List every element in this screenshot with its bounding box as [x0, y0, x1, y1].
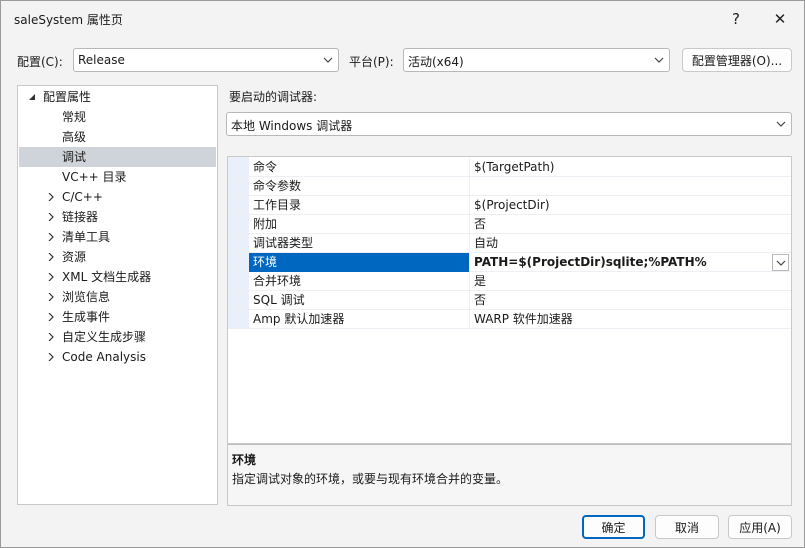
property-row[interactable]: 合并环境是	[228, 272, 791, 291]
property-grid: 命令 $(TargetPath) 命令参数 工作目录 $(ProjectDir) 附加否调…	[227, 156, 792, 444]
tree-item[interactable]: Code Analysis	[19, 347, 216, 367]
collapsed-arrow-icon[interactable]	[47, 193, 55, 201]
property-name: SQL 调试	[249, 291, 470, 310]
property-value[interactable]: 否	[470, 291, 791, 310]
tree-root-label: 配置属性	[43, 90, 92, 104]
property-name: Amp 默认加速器	[249, 310, 470, 329]
chevron-down-icon	[323, 57, 333, 63]
tree-item[interactable]: 链接器	[19, 207, 216, 227]
description-title: 环境	[232, 453, 257, 467]
property-row[interactable]: 工作目录 $(ProjectDir)	[228, 196, 791, 215]
tree-item-label: Code Analysis	[62, 350, 146, 364]
tree-item-label: 资源	[62, 250, 87, 264]
property-value[interactable]	[470, 177, 791, 196]
tree-item[interactable]: 浏览信息	[19, 287, 216, 307]
tree-item-label: 自定义生成步骤	[62, 330, 147, 344]
property-value[interactable]: 自动	[470, 234, 791, 253]
chevron-down-icon	[654, 57, 664, 63]
tree-item-label: 高级	[62, 130, 87, 144]
platform-label: 平台(P):	[349, 55, 394, 69]
property-name: 工作目录	[249, 196, 470, 215]
collapsed-arrow-icon[interactable]	[47, 273, 55, 281]
collapsed-arrow-icon[interactable]	[47, 293, 55, 301]
collapsed-arrow-icon[interactable]	[47, 353, 55, 361]
description-text: 指定调试对象的环境，或要与现有环境合并的变量。	[232, 472, 509, 486]
property-name: 附加	[249, 215, 470, 234]
apply-button[interactable]: 应用(A)	[728, 515, 792, 539]
title-bar: saleSystem 属性页 ? ✕	[1, 1, 804, 35]
config-label: 配置(C):	[17, 55, 63, 69]
config-dropdown[interactable]: Release	[73, 48, 339, 72]
close-button[interactable]: ✕	[766, 7, 794, 31]
close-icon: ✕	[773, 10, 787, 28]
tree-item[interactable]: 生成事件	[19, 307, 216, 327]
tree-root-config-properties[interactable]: 配置属性	[19, 87, 216, 107]
property-value[interactable]: $(ProjectDir)	[470, 196, 791, 215]
debugger-label: 要启动的调试器:	[229, 90, 318, 104]
property-row[interactable]: SQL 调试否	[228, 291, 791, 310]
tree-item-label: 链接器	[62, 210, 99, 224]
collapsed-arrow-icon[interactable]	[47, 253, 55, 261]
property-row[interactable]: Amp 默认加速器 WARP 软件加速器	[228, 310, 791, 329]
property-row[interactable]: 调试器类型 自动	[228, 234, 791, 253]
platform-value: 活动(x64)	[408, 55, 464, 69]
debugger-value: 本地 Windows 调试器	[231, 119, 353, 133]
property-row[interactable]: 命令 $(TargetPath)	[228, 158, 791, 177]
tree-item-label: 常规	[62, 110, 87, 124]
property-row[interactable]: 命令参数	[228, 177, 791, 196]
collapsed-arrow-icon[interactable]	[47, 333, 55, 341]
tree-item-label: 生成事件	[62, 310, 111, 324]
chevron-down-icon	[776, 121, 786, 127]
tree-item[interactable]: 常规	[19, 107, 216, 127]
property-value[interactable]: 否	[470, 215, 791, 234]
tree-item[interactable]: 资源	[19, 247, 216, 267]
tree-item[interactable]: C/C++	[19, 187, 216, 207]
property-value[interactable]: 是	[470, 272, 791, 291]
platform-dropdown[interactable]: 活动(x64)	[403, 48, 670, 72]
property-name: 环境	[249, 253, 470, 272]
tree-item-label: VC++ 目录	[62, 170, 127, 184]
tree-item-label: C/C++	[62, 190, 103, 204]
property-tree: 配置属性 常规高级调试 VC++ 目录 C/C++ 链接器清单工具资源 XML 文档生成…	[17, 85, 218, 505]
collapsed-arrow-icon[interactable]	[47, 233, 55, 241]
window-title: saleSystem 属性页	[14, 13, 123, 27]
property-value[interactable]: $(TargetPath)	[470, 158, 791, 177]
property-value[interactable]: PATH=$(ProjectDir)sqlite;%PATH%	[470, 253, 791, 272]
collapsed-arrow-icon[interactable]	[47, 213, 55, 221]
property-row[interactable]: 附加否	[228, 215, 791, 234]
property-dropdown-button[interactable]	[772, 254, 789, 271]
tree-item[interactable]: XML 文档生成器	[19, 267, 216, 287]
tree-item-label: 调试	[62, 150, 87, 164]
expanded-arrow-icon	[29, 94, 35, 100]
ok-button[interactable]: 确定	[582, 515, 645, 539]
tree-item[interactable]: 调试	[19, 147, 216, 167]
debugger-dropdown[interactable]: 本地 Windows 调试器	[226, 112, 792, 136]
tree-item-label: 清单工具	[62, 230, 111, 244]
help-icon: ?	[732, 10, 740, 28]
collapsed-arrow-icon[interactable]	[47, 313, 55, 321]
property-row[interactable]: 环境 PATH=$(ProjectDir)sqlite;%PATH%	[228, 253, 791, 272]
properties-dialog: saleSystem 属性页 ? ✕ 配置(C): Release 平台(P):…	[0, 0, 805, 548]
property-value[interactable]: WARP 软件加速器	[470, 310, 791, 329]
description-panel: 环境 指定调试对象的环境，或要与现有环境合并的变量。	[227, 444, 792, 506]
tree-item[interactable]: 高级	[19, 127, 216, 147]
config-manager-button[interactable]: 配置管理器(O)...	[682, 48, 792, 72]
tree-item[interactable]: VC++ 目录	[19, 167, 216, 187]
tree-item-label: XML 文档生成器	[62, 270, 152, 284]
property-name: 合并环境	[249, 272, 470, 291]
cancel-button[interactable]: 取消	[655, 515, 719, 539]
help-button[interactable]: ?	[722, 7, 750, 31]
tree-item[interactable]: 自定义生成步骤	[19, 327, 216, 347]
property-name: 调试器类型	[249, 234, 470, 253]
property-name: 命令	[249, 158, 470, 177]
tree-item-label: 浏览信息	[62, 290, 111, 304]
property-name: 命令参数	[249, 177, 470, 196]
config-value: Release	[78, 53, 125, 67]
tree-item[interactable]: 清单工具	[19, 227, 216, 247]
chevron-down-icon	[776, 260, 786, 266]
